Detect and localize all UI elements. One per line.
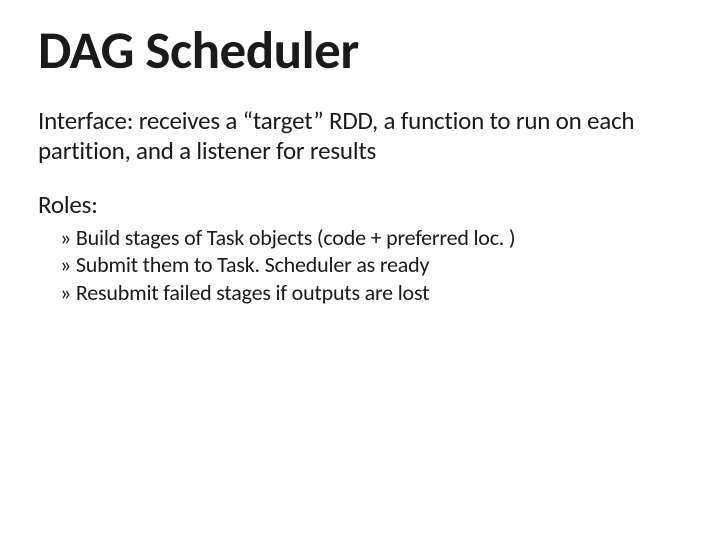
list-item: Resubmit failed stages if outputs are lo… <box>60 279 682 307</box>
slide-title: DAG Scheduler <box>38 24 682 80</box>
list-item: Submit them to Task. Scheduler as ready <box>60 251 682 279</box>
interface-paragraph: Interface: receives a “target” RDD, a fu… <box>38 106 682 167</box>
list-item: Build stages of Task objects (code + pre… <box>60 224 682 252</box>
roles-list: Build stages of Task objects (code + pre… <box>38 224 682 307</box>
roles-label: Roles: <box>38 189 682 220</box>
slide: DAG Scheduler Interface: receives a “tar… <box>0 0 720 540</box>
